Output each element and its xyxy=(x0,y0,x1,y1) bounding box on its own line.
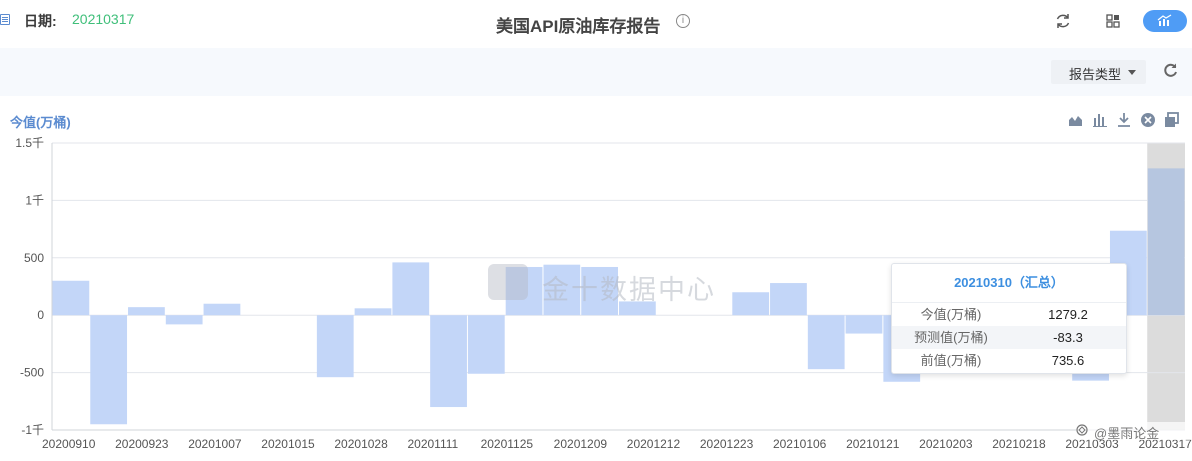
tooltip-value: -83.3 xyxy=(1053,330,1083,345)
y-tick-label: -500 xyxy=(20,366,44,380)
tooltip-value: 1279.2 xyxy=(1048,307,1088,322)
bar xyxy=(52,280,90,316)
x-tick-label: 20201007 xyxy=(188,437,242,451)
x-tick-label: 20210218 xyxy=(992,437,1046,451)
watermark-logo-icon xyxy=(488,264,528,300)
x-tick-label: 20200923 xyxy=(115,437,169,451)
bar xyxy=(392,262,430,316)
tooltip-title: 20210310（汇总） xyxy=(892,264,1126,303)
x-tick-label: 20201125 xyxy=(481,437,534,451)
y-tick-label: 1千 xyxy=(25,193,44,207)
x-tick-label: 20201209 xyxy=(554,437,608,451)
bar xyxy=(770,283,807,316)
corner-watermark: @墨雨论金 xyxy=(1076,422,1192,441)
tooltip-key: 预测值(万桶) xyxy=(914,330,988,345)
bar-chart: 1.5千 1千 500 0 -500 -1千20200910 20200923 2020100… xyxy=(15,136,1192,451)
tooltip-key: 前值(万桶) xyxy=(920,353,982,368)
bar xyxy=(90,315,128,425)
watermark-text: 金十数据中心 xyxy=(542,275,716,305)
tooltip-row: 前值(万桶) 735.6 xyxy=(892,349,1126,372)
bar xyxy=(316,315,354,378)
bar xyxy=(430,315,467,408)
x-tick-label: 20201015 xyxy=(261,437,315,451)
y-tick-label: -1千 xyxy=(21,423,44,437)
tooltip-row: 预测值(万桶) -83.3 xyxy=(892,326,1126,349)
bar xyxy=(845,315,883,334)
bar xyxy=(354,308,392,316)
bar xyxy=(128,307,165,316)
watermark: 金十数据中心 xyxy=(486,264,766,305)
x-tick-label: 20210203 xyxy=(919,437,973,451)
tooltip-key: 今值(万桶) xyxy=(920,307,982,322)
y-tick-label: 500 xyxy=(24,251,44,265)
chart-tooltip: 20210310（汇总） 今值(万桶) 1279.2 预测值(万桶) -83.3… xyxy=(891,263,1127,374)
share-icon xyxy=(1076,424,1088,436)
x-tick-label: 20201212 xyxy=(627,437,681,451)
tooltip-value: 735.6 xyxy=(1051,353,1085,368)
x-tick-label: 20210106 xyxy=(773,437,827,451)
corner-watermark-text: @墨雨论金 xyxy=(1094,426,1160,441)
y-tick-label: 1.5千 xyxy=(15,136,44,150)
x-tick-label: 20210121 xyxy=(846,437,900,451)
y-tick-label: 0 xyxy=(37,308,44,322)
x-tick-label: 20201111 xyxy=(407,437,458,451)
bar xyxy=(807,315,845,370)
x-tick-label: 20200910 xyxy=(42,437,96,451)
bar xyxy=(1147,168,1185,316)
bar xyxy=(467,315,505,374)
tooltip-row: 今值(万桶) 1279.2 xyxy=(892,303,1126,326)
x-tick-label: 20201223 xyxy=(700,437,754,451)
x-tick-label: 20201028 xyxy=(334,437,388,451)
bar xyxy=(165,315,203,325)
bar xyxy=(203,303,241,316)
